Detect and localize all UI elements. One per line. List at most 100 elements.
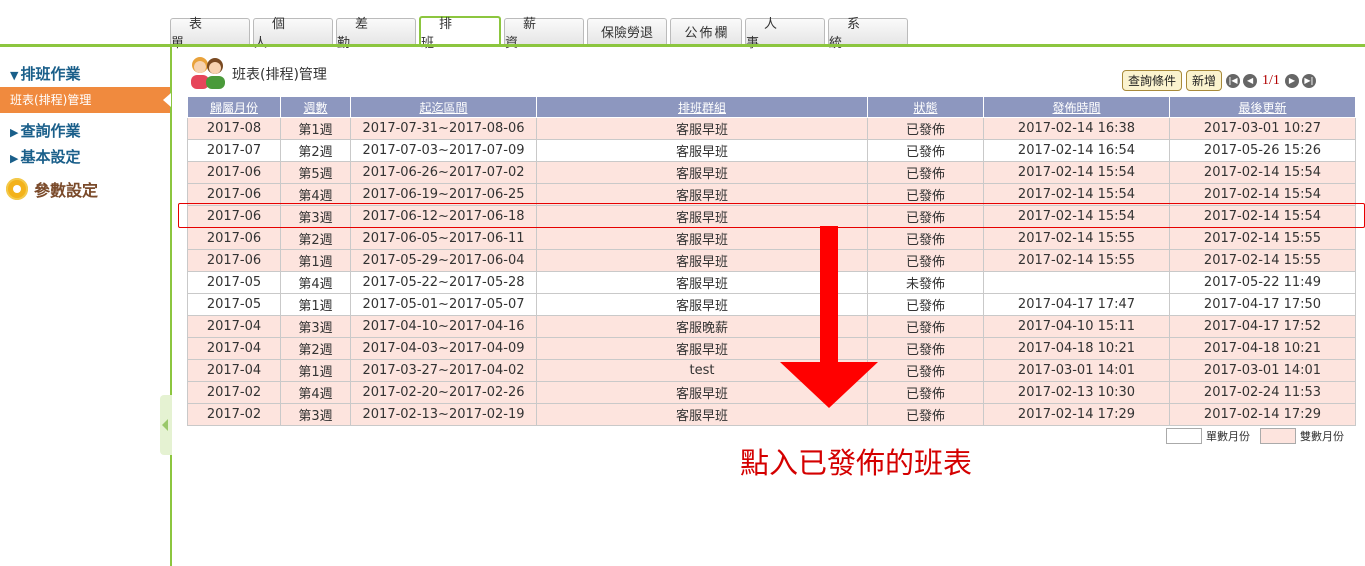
- table-row[interactable]: 2017-04 第2週 2017-04-03~2017-04-09 客服早班 已發佈 20…: [187, 337, 1356, 360]
- tab-underline: [0, 44, 1365, 47]
- last-page-icon[interactable]: ▶|: [1301, 73, 1316, 88]
- column-header[interactable]: 週數: [280, 96, 351, 118]
- table-cell: 2017-06-26~2017-07-02: [350, 161, 537, 184]
- table-cell[interactable]: 客服早班: [536, 117, 868, 140]
- table-cell: 2017-02-14 15:54: [1169, 161, 1356, 184]
- sidebar-item-schedule-management[interactable]: 班表(排程)管理: [0, 87, 171, 113]
- table-cell: 2017-02-14 17:29: [1169, 403, 1356, 426]
- table-cell: 已發佈: [867, 161, 984, 184]
- table-cell: 2017-02-20~2017-02-26: [350, 381, 537, 404]
- gear-icon: [6, 178, 28, 200]
- first-page-icon[interactable]: |◀: [1226, 73, 1241, 88]
- table-row[interactable]: 2017-04 第1週 2017-03-27~2017-04-02 test 已發佈 20…: [187, 359, 1356, 382]
- legend-swatch-even: [1260, 428, 1296, 444]
- tab-scheduling[interactable]: 排班: [419, 16, 501, 51]
- table-cell: 已發佈: [867, 337, 984, 360]
- table-cell: 第3週: [280, 403, 351, 426]
- table-cell: 第1週: [280, 293, 351, 316]
- table-cell: 已發佈: [867, 293, 984, 316]
- table-cell: 已發佈: [867, 359, 984, 382]
- triangle-down-icon: ▼: [10, 69, 19, 82]
- table-cell: 已發佈: [867, 403, 984, 426]
- tab-hr[interactable]: 人事: [745, 17, 825, 51]
- tab-forms[interactable]: 表單: [170, 17, 250, 51]
- table-cell: 2017-03-01 10:27: [1169, 117, 1356, 140]
- legend-label-odd: 單數月份: [1206, 430, 1250, 443]
- app-window: 表單 個人 差勤 排班 薪資 保險勞退 公佈欄 人事 系統 ▼ 排班作業 班表(排…: [0, 0, 1365, 566]
- table-cell: 2017-05-29~2017-06-04: [350, 249, 537, 272]
- column-header[interactable]: 歸屬月份: [187, 96, 281, 118]
- table-row[interactable]: 2017-06 第1週 2017-05-29~2017-06-04 客服早班 已發佈 20…: [187, 249, 1356, 272]
- table-cell: 已發佈: [867, 117, 984, 140]
- table-row[interactable]: 2017-07 第2週 2017-07-03~2017-07-09 客服早班 已發佈 20…: [187, 139, 1356, 162]
- table-cell: 第4週: [280, 271, 351, 294]
- table-row[interactable]: 2017-02 第4週 2017-02-20~2017-02-26 客服早班 已發佈 20…: [187, 381, 1356, 404]
- table-cell: 2017-02-14 15:55: [1169, 249, 1356, 272]
- sidebar-section-basic[interactable]: ▶ 基本設定: [10, 146, 80, 167]
- table-cell: 已發佈: [867, 227, 984, 250]
- table-cell: 2017-04-18 10:21: [1169, 337, 1356, 360]
- table-cell: 2017-02-14 15:55: [983, 249, 1170, 272]
- prev-page-icon[interactable]: ◀: [1243, 73, 1258, 88]
- table-row[interactable]: 2017-08 第1週 2017-07-31~2017-08-06 客服早班 已發佈 20…: [187, 117, 1356, 140]
- tab-bulletin[interactable]: 公佈欄: [670, 18, 742, 44]
- table-cell: 第1週: [280, 359, 351, 382]
- column-header[interactable]: 發佈時間: [983, 96, 1170, 118]
- tab-system[interactable]: 系統: [828, 17, 908, 51]
- tab-insurance[interactable]: 保險勞退: [587, 18, 667, 44]
- table-cell: 2017-02: [187, 381, 281, 404]
- table-cell: 2017-05-01~2017-05-07: [350, 293, 537, 316]
- sidebar-item-parameters[interactable]: 參數設定: [6, 177, 98, 201]
- column-header[interactable]: 排班群組: [536, 96, 868, 118]
- table-cell: 第1週: [280, 249, 351, 272]
- table-cell: 2017-02-24 11:53: [1169, 381, 1356, 404]
- table-cell: 2017-05-22 11:49: [1169, 271, 1356, 294]
- table-cell: 第2週: [280, 337, 351, 360]
- down-arrow-icon: [780, 226, 878, 408]
- table-cell: 2017-04-03~2017-04-09: [350, 337, 537, 360]
- legend-label-even: 雙數月份: [1300, 430, 1344, 443]
- table-cell[interactable]: 客服早班: [536, 161, 868, 184]
- table-cell: 第2週: [280, 227, 351, 250]
- column-header[interactable]: 最後更新: [1169, 96, 1356, 118]
- table-row[interactable]: 2017-02 第3週 2017-02-13~2017-02-19 客服早班 已發佈 20…: [187, 403, 1356, 426]
- table-cell: 2017-07-03~2017-07-09: [350, 139, 537, 162]
- table-header-row: 歸屬月份 週數 起迄區間 排班群組 狀態 發佈時間 最後更新: [187, 96, 1356, 118]
- table-row[interactable]: 2017-06 第5週 2017-06-26~2017-07-02 客服早班 已發佈 20…: [187, 161, 1356, 184]
- table-cell: 2017-05: [187, 293, 281, 316]
- top-tab-bar: 表單 個人 差勤 排班 薪資 保險勞退 公佈欄 人事 系統: [0, 0, 1365, 51]
- table-cell: 第4週: [280, 381, 351, 404]
- table-cell: 已發佈: [867, 315, 984, 338]
- column-header[interactable]: 起迄區間: [350, 96, 537, 118]
- table-row[interactable]: 2017-05 第4週 2017-05-22~2017-05-28 客服早班 未發佈 20…: [187, 271, 1356, 294]
- toolbar: 查詢條件 新增 |◀ ◀ 1/1 ▶ ▶|: [1122, 70, 1319, 91]
- next-page-icon[interactable]: ▶: [1284, 73, 1299, 88]
- table-row[interactable]: 2017-06 第2週 2017-06-05~2017-06-11 客服早班 已發佈 20…: [187, 227, 1356, 250]
- table-cell: 第2週: [280, 139, 351, 162]
- table-cell[interactable]: 客服早班: [536, 139, 868, 162]
- table-cell: 2017-05: [187, 271, 281, 294]
- table-cell: 2017-04-17 17:52: [1169, 315, 1356, 338]
- add-button[interactable]: 新增: [1186, 70, 1223, 91]
- table-cell: 2017-02-13~2017-02-19: [350, 403, 537, 426]
- sidebar-collapse-handle[interactable]: [160, 395, 172, 455]
- table-cell: 2017-08: [187, 117, 281, 140]
- table-cell: 2017-05-26 15:26: [1169, 139, 1356, 162]
- main-tabs: 表單 個人 差勤 排班 薪資 保險勞退 公佈欄 人事 系統: [170, 16, 911, 51]
- column-header[interactable]: 狀態: [867, 96, 984, 118]
- table-cell: 2017-02-14 17:29: [983, 403, 1170, 426]
- tab-personal[interactable]: 個人: [253, 17, 333, 51]
- tab-attendance[interactable]: 差勤: [336, 17, 416, 51]
- table-cell: [983, 271, 1170, 294]
- table-row[interactable]: 2017-04 第3週 2017-04-10~2017-04-16 客服晚薪 已發佈 20…: [187, 315, 1356, 338]
- sidebar-section-query[interactable]: ▶ 查詢作業: [10, 120, 80, 141]
- legend-swatch-odd: [1166, 428, 1202, 444]
- table-cell: 2017-02-14 15:54: [983, 161, 1170, 184]
- triangle-right-icon: ▶: [10, 126, 19, 139]
- sidebar-section-scheduling[interactable]: ▼ 排班作業: [10, 63, 80, 84]
- table-row[interactable]: 2017-05 第1週 2017-05-01~2017-05-07 客服早班 已發佈 20…: [187, 293, 1356, 316]
- query-conditions-button[interactable]: 查詢條件: [1122, 70, 1183, 91]
- sidebar: ▼ 排班作業 班表(排程)管理 ▶ 查詢作業 ▶ 基本設定 參數設定: [0, 47, 172, 566]
- table-cell: 2017-02-14 16:54: [983, 139, 1170, 162]
- tab-payroll[interactable]: 薪資: [504, 17, 584, 51]
